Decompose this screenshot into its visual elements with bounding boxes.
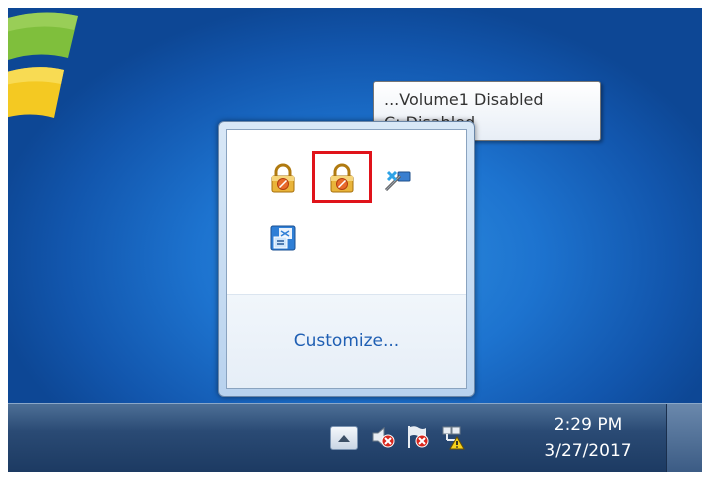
customize-link[interactable]: Customize... bbox=[227, 331, 466, 351]
clock-date: 3/27/2017 bbox=[544, 441, 632, 461]
tooltip-line-volume: ...Volume1 Disabled bbox=[384, 90, 544, 109]
highlight-box bbox=[312, 151, 372, 203]
network-disabled-icon[interactable] bbox=[382, 162, 414, 194]
hidden-icons-area bbox=[227, 130, 466, 295]
lock-disabled-icon[interactable] bbox=[267, 162, 299, 194]
notification-overflow-flyout: Customize... bbox=[218, 121, 475, 397]
action-center-error-icon[interactable] bbox=[405, 424, 431, 450]
volume-muted-icon[interactable] bbox=[370, 424, 396, 450]
chevron-up-icon bbox=[338, 435, 350, 442]
language-bar-icon[interactable] bbox=[267, 222, 299, 254]
network-warning-icon[interactable] bbox=[440, 424, 466, 450]
show-desktop-button[interactable] bbox=[666, 404, 702, 472]
taskbar-clock[interactable]: 2:29 PM 3/27/2017 bbox=[523, 412, 653, 468]
flyout-panel: Customize... bbox=[226, 129, 467, 389]
clock-time: 2:29 PM bbox=[553, 415, 623, 435]
show-hidden-icons-button[interactable] bbox=[330, 426, 358, 450]
windows-logo-icon bbox=[8, 12, 78, 118]
customize-area: Customize... bbox=[227, 295, 466, 388]
taskbar: 2:29 PM 3/27/2017 bbox=[8, 403, 702, 472]
desktop: ...Volume1 Disabled C: Disabled bbox=[8, 8, 702, 472]
